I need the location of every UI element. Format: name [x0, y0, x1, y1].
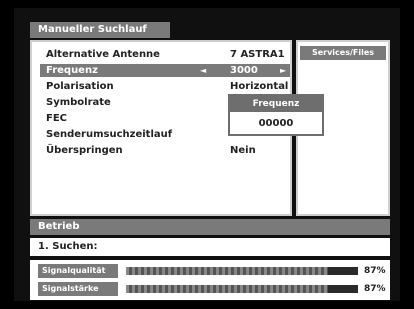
meter-fill	[126, 285, 328, 293]
setting-label: Senderumsuchzeitlauf	[46, 129, 173, 140]
setting-row-antenna[interactable]: Alternative Antenne 7 ASTRA1	[40, 48, 290, 61]
meter-label: Signalqualität	[38, 264, 118, 278]
arrow-left-icon[interactable]: ◄	[200, 64, 206, 77]
meter-percent: 87%	[364, 266, 386, 276]
status-info: 1. Suchen:	[30, 238, 390, 256]
setting-label: Frequenz	[46, 65, 98, 76]
arrow-right-icon[interactable]: ►	[280, 64, 286, 77]
meter-track	[126, 267, 358, 275]
setting-label: Symbolrate	[46, 97, 111, 108]
setting-label: Alternative Antenne	[46, 49, 160, 60]
window-title: Manueller Suchlauf	[30, 22, 170, 38]
signal-meters: Signalqualität 87% Signalstärke 87%	[30, 260, 390, 300]
frequency-popup[interactable]: Frequenz 00000	[228, 94, 324, 136]
setting-label: Überspringen	[46, 145, 123, 156]
setting-value: Horizontal	[230, 81, 289, 92]
setting-label: Polarisation	[46, 81, 114, 92]
setting-row-frequency[interactable]: Frequenz ◄ 3000 ►	[40, 64, 290, 77]
setting-row-polarisation[interactable]: Polarisation Horizontal	[40, 80, 290, 93]
setting-label: FEC	[46, 113, 68, 124]
setting-value: Nein	[230, 145, 256, 156]
meter-track	[126, 285, 358, 293]
meter-percent: 87%	[364, 284, 386, 294]
side-panel-header: Services/Files	[300, 46, 386, 60]
meter-label: Signalstärke	[38, 282, 118, 296]
status-header: Betrieb	[30, 219, 390, 235]
setting-value: 7 ASTRA1	[230, 49, 285, 60]
popup-header: Frequenz	[230, 96, 322, 112]
signal-strength-meter: Signalstärke 87%	[38, 282, 388, 296]
signal-quality-meter: Signalqualität 87%	[38, 264, 388, 278]
meter-fill	[126, 267, 328, 275]
frequency-input[interactable]: 00000	[230, 116, 322, 132]
setting-row-skip[interactable]: Überspringen Nein	[40, 144, 290, 157]
